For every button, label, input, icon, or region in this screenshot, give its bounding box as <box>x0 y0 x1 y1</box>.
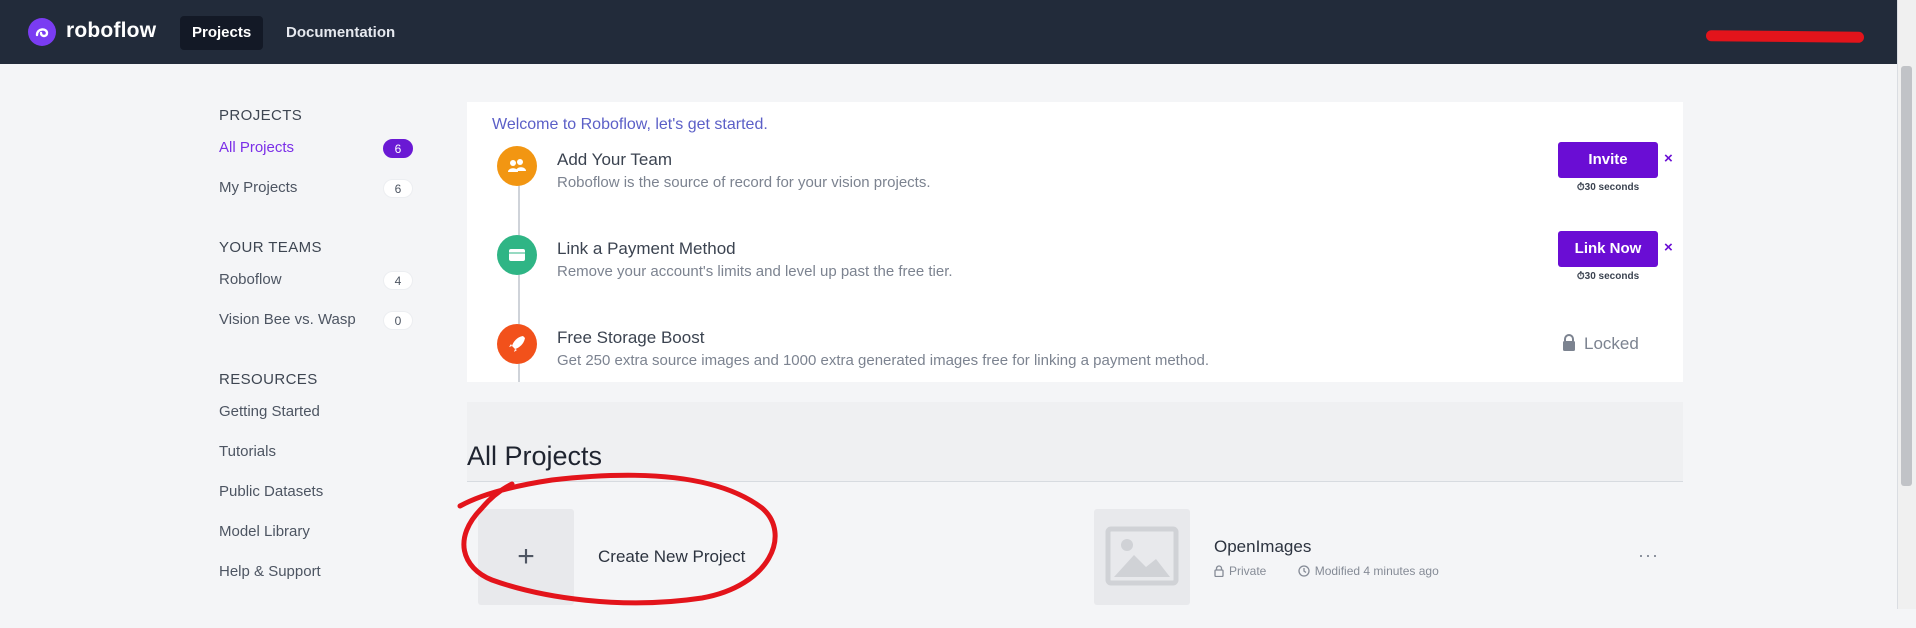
sidebar-item-public-datasets[interactable]: Public Datasets <box>219 481 413 503</box>
time-text: 30 seconds <box>1584 182 1640 193</box>
stopwatch-icon: ⏱ <box>1576 271 1585 282</box>
scrollbar-thumb[interactable] <box>1901 66 1912 486</box>
plus-icon: + <box>517 540 535 573</box>
invite-time-estimate: ⏱30 seconds <box>1567 182 1649 193</box>
top-nav: roboflow Projects Documentation <box>0 0 1898 64</box>
sidebar-item-help-support[interactable]: Help & Support <box>219 561 413 583</box>
welcome-checklist: Welcome to Roboflow, let's get started. … <box>467 102 1683 382</box>
sidebar-item-label: All Projects <box>219 139 295 156</box>
team-icon <box>497 146 537 186</box>
create-project-label[interactable]: Create New Project <box>598 547 745 567</box>
sidebar-heading-teams: YOUR TEAMS <box>219 239 322 256</box>
count-badge: 6 <box>383 179 413 198</box>
step-title-payment: Link a Payment Method <box>557 239 736 258</box>
step-desc-payment: Remove your account's limits and level u… <box>557 263 953 280</box>
project-meta: Private Modified 4 minutes ago <box>1214 564 1467 578</box>
lock-icon <box>1214 565 1224 578</box>
invite-button[interactable]: Invite <box>1558 142 1658 178</box>
sidebar-item-label: Vision Bee vs. Wasp <box>219 311 356 328</box>
modified: Modified 4 minutes ago <box>1298 564 1453 578</box>
payment-time-estimate: ⏱30 seconds <box>1567 271 1649 282</box>
sidebar-item-my-projects[interactable]: My Projects 6 <box>219 177 413 199</box>
locked-label: Locked <box>1584 334 1639 353</box>
welcome-title: Welcome to Roboflow, let's get started. <box>492 116 768 133</box>
rocket-icon <box>497 324 537 364</box>
link-now-button[interactable]: Link Now <box>1558 231 1658 267</box>
locked-status: Locked <box>1562 334 1639 354</box>
sidebar-item-team-vision-bee[interactable]: Vision Bee vs. Wasp 0 <box>219 309 413 331</box>
clock-icon <box>1298 565 1310 577</box>
step-desc-add-team: Roboflow is the source of record for you… <box>557 174 931 191</box>
modified-label: Modified 4 minutes ago <box>1314 564 1439 578</box>
visibility-label: Private <box>1229 564 1267 578</box>
dismiss-payment-icon[interactable]: × <box>1664 239 1673 256</box>
wallet-icon <box>497 235 537 275</box>
sidebar-item-team-roboflow[interactable]: Roboflow 4 <box>219 269 413 291</box>
tab-documentation[interactable]: Documentation <box>274 16 407 50</box>
sidebar-item-tutorials[interactable]: Tutorials <box>219 441 413 463</box>
visibility: Private <box>1214 564 1280 578</box>
sidebar-item-label: Roboflow <box>219 271 282 288</box>
project-name[interactable]: OpenImages <box>1214 537 1311 557</box>
stopwatch-icon: ⏱ <box>1576 182 1585 193</box>
count-badge: 4 <box>383 271 413 290</box>
image-placeholder-icon <box>1105 526 1179 586</box>
sidebar-item-getting-started[interactable]: Getting Started <box>219 401 413 423</box>
divider <box>467 481 1683 482</box>
sidebar-item-label: My Projects <box>219 179 298 196</box>
tab-projects[interactable]: Projects <box>180 16 264 50</box>
time-text: 30 seconds <box>1584 271 1640 282</box>
step-title-storage-boost: Free Storage Boost <box>557 328 705 347</box>
sidebar-item-model-library[interactable]: Model Library <box>219 521 413 543</box>
roboflow-logo-icon[interactable] <box>28 18 56 46</box>
step-title-add-team: Add Your Team <box>557 150 672 169</box>
sidebar-heading-projects: PROJECTS <box>219 107 303 124</box>
dismiss-invite-icon[interactable]: × <box>1664 150 1673 167</box>
count-badge: 6 <box>383 139 413 158</box>
page-scrollbar[interactable] <box>1897 0 1916 609</box>
brand-name[interactable]: roboflow <box>66 19 156 43</box>
lock-icon <box>1563 334 1575 351</box>
more-options-icon[interactable]: ··· <box>1638 545 1659 566</box>
redaction-mark <box>1705 30 1865 43</box>
all-projects-heading: All Projects <box>467 441 603 471</box>
projects-header-band <box>467 402 1683 482</box>
step-desc-storage-boost: Get 250 extra source images and 1000 ext… <box>557 352 1210 369</box>
project-thumbnail[interactable] <box>1094 509 1190 605</box>
sidebar-item-all-projects[interactable]: All Projects 6 <box>219 137 413 159</box>
create-project-thumb[interactable]: + <box>478 509 574 605</box>
sidebar-heading-resources: RESOURCES <box>219 371 318 388</box>
count-badge: 0 <box>383 311 413 330</box>
